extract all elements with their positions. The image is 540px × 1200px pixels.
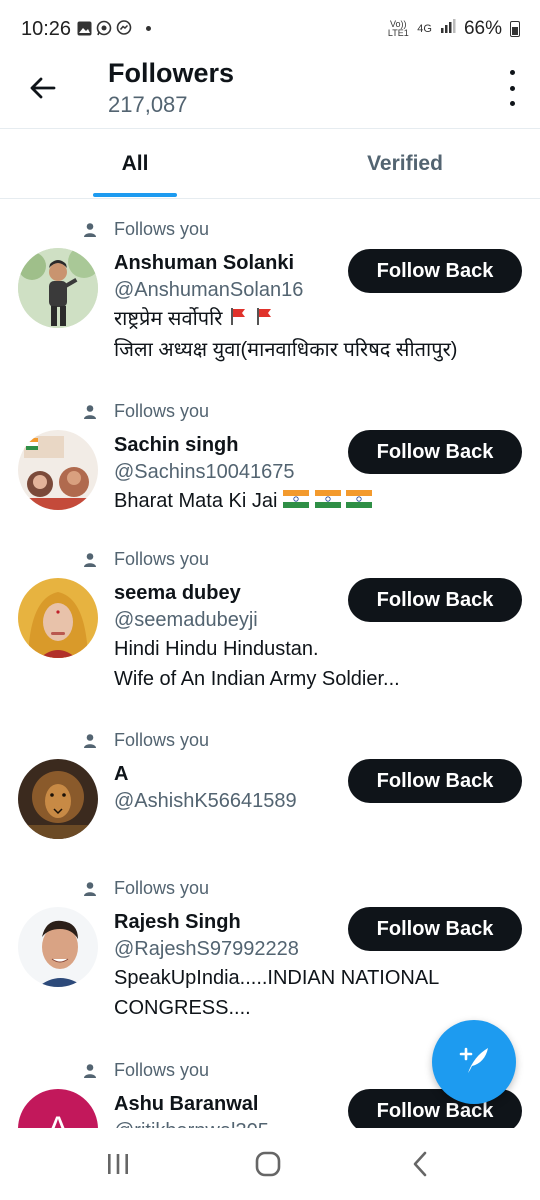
user-handle: @Sachins10041675 [114, 461, 295, 483]
user-name: Rajesh Singh [114, 911, 241, 933]
user-handle: @AnshumanSolan16 [114, 279, 304, 301]
avatar[interactable] [18, 248, 98, 328]
bio-line: जिला अध्यक्ष युवा(मानवाधिकार परिषद सीताप… [114, 338, 458, 361]
india-flag-icon [346, 487, 373, 517]
follow-back-button[interactable]: Follow Back [348, 907, 522, 951]
red-flag-icon [254, 305, 274, 335]
user-bio: Hindi Hindu Hindustan. Wife of An Indian… [114, 634, 514, 694]
bio-line: Hindi Hindu Hindustan. [114, 638, 319, 660]
battery-icon [510, 21, 520, 37]
tab-bar: All Verified [0, 130, 540, 198]
user-bio: SpeakUpIndia.....INDIAN NATIONAL CONGRES… [114, 963, 514, 1023]
messenger-icon [116, 20, 132, 36]
avatar[interactable] [18, 759, 98, 839]
back-arrow-icon[interactable] [26, 72, 58, 104]
avatar[interactable]: A [18, 1089, 98, 1128]
follower-count: 217,087 [108, 92, 188, 117]
more-notifications-dot [146, 25, 151, 31]
bio-line: SpeakUpIndia.....INDIAN NATIONAL [114, 967, 440, 989]
red-flag-icon [228, 305, 248, 335]
follows-you-row: Follows you [82, 1060, 209, 1081]
tab-verified[interactable]: Verified [270, 130, 540, 198]
user-bio: राष्ट्रप्रेम सर्वोपरि जिला अध्यक्ष युवा(… [114, 304, 514, 365]
follows-you-row: Follows you [82, 401, 209, 422]
user-bio: Bharat Mata Ki Jai [114, 486, 514, 517]
battery-percent: 66% [463, 18, 502, 39]
bio-line: Wife of An Indian Army Soldier... [114, 668, 400, 690]
user-name: seema dubey [114, 582, 241, 604]
recent-apps-icon[interactable] [98, 1148, 138, 1180]
compose-feather-icon [454, 1040, 494, 1085]
user-handle: @ritikbarnwal305 [114, 1120, 269, 1128]
user-handle: @seemadubeyji [114, 609, 258, 631]
whatsapp-icon [96, 20, 112, 36]
page-title: Followers [108, 58, 235, 88]
person-icon [82, 552, 98, 568]
header-divider [0, 128, 540, 129]
avatar[interactable] [18, 578, 98, 658]
follow-back-button[interactable]: Follow Back [348, 249, 522, 293]
follow-back-button[interactable]: Follow Back [348, 430, 522, 474]
user-name: Sachin singh [114, 434, 239, 456]
follow-back-button[interactable]: Follow Back [348, 578, 522, 622]
more-options-icon[interactable] [504, 70, 520, 106]
follows-you-row: Follows you [82, 878, 209, 899]
status-bar: 10:26 Vo)) LTE1 4G 66% [0, 0, 540, 60]
network-label: 4G [417, 22, 432, 35]
avatar-letter: A [47, 1110, 70, 1129]
signal-icon [440, 18, 456, 40]
india-flag-icon [314, 487, 341, 517]
bio-line: राष्ट्रप्रेम सर्वोपरि [114, 308, 223, 330]
follows-you-label: Follows you [114, 1060, 210, 1080]
india-flag-icon [282, 487, 309, 517]
person-icon [82, 222, 98, 238]
system-icons: Vo)) LTE1 4G 66% [387, 18, 520, 40]
avatar[interactable] [18, 907, 98, 987]
home-icon[interactable] [248, 1148, 288, 1180]
follows-you-row: Follows you [82, 219, 209, 240]
page-header: Followers 217,087 [0, 58, 540, 128]
person-icon [82, 1063, 98, 1079]
volte-label: Vo)) LTE1 [387, 19, 409, 38]
followers-list: Follows you Anshuman Solanki @AnshumanSo… [0, 199, 540, 1128]
user-name: A [114, 763, 129, 785]
avatar[interactable] [18, 430, 98, 510]
notification-icons [76, 20, 151, 36]
user-name: Anshuman Solanki [114, 252, 295, 274]
person-icon [82, 733, 98, 749]
follows-you-label: Follows you [114, 219, 210, 239]
back-nav-icon[interactable] [400, 1148, 440, 1180]
status-time: 10:26 [21, 18, 72, 40]
follows-you-label: Follows you [114, 549, 210, 569]
follows-you-label: Follows you [114, 730, 210, 750]
bio-line: Bharat Mata Ki Jai [114, 490, 278, 512]
follows-you-label: Follows you [114, 401, 210, 421]
follows-you-label: Follows you [114, 878, 210, 898]
user-name: Ashu Baranwal [114, 1093, 259, 1115]
tab-all[interactable]: All [0, 130, 270, 198]
user-handle: @RajeshS97992228 [114, 938, 299, 960]
person-icon [82, 881, 98, 897]
active-tab-indicator [93, 193, 177, 197]
gallery-icon [76, 20, 92, 36]
compose-tweet-button[interactable] [432, 1020, 516, 1104]
person-icon [82, 404, 98, 420]
user-handle: @AshishK56641589 [114, 790, 297, 812]
android-navigation-bar [0, 1128, 540, 1200]
follows-you-row: Follows you [82, 549, 209, 570]
bio-line: CONGRESS.... [114, 997, 251, 1019]
follow-back-button[interactable]: Follow Back [348, 759, 522, 803]
follows-you-row: Follows you [82, 730, 209, 751]
